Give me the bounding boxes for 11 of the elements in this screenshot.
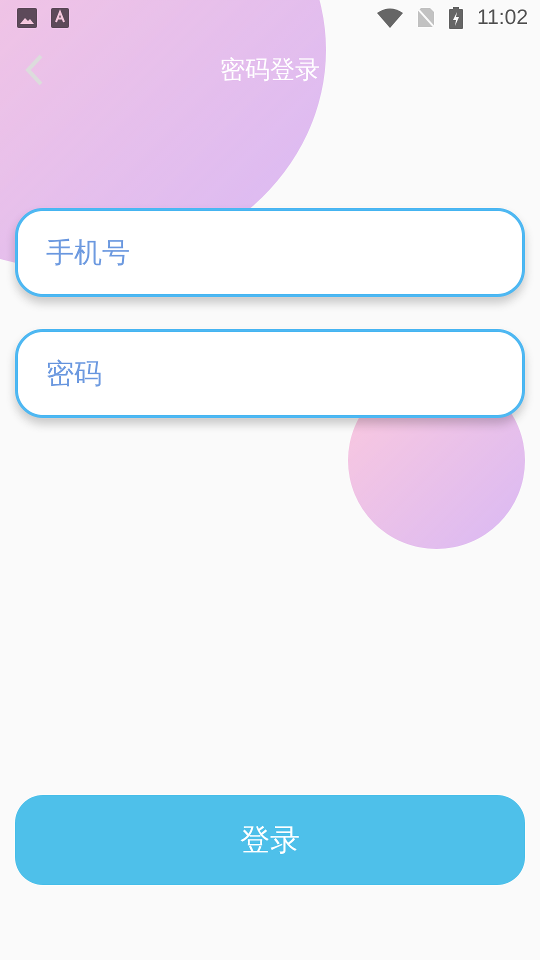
image-icon [17, 8, 37, 28]
battery-charging-icon [449, 7, 463, 29]
input-field[interactable]: 手机号 [15, 208, 525, 297]
font-icon [51, 8, 69, 28]
back-chevron-icon [24, 54, 44, 86]
input-field[interactable]: 密码 [15, 329, 525, 418]
status-time: 11:02 [477, 6, 528, 30]
login-button[interactable]: 登录 [15, 795, 525, 885]
wifi-icon [377, 8, 403, 28]
page-title: 密码登录 [220, 54, 320, 86]
no-sim-icon [417, 7, 435, 29]
